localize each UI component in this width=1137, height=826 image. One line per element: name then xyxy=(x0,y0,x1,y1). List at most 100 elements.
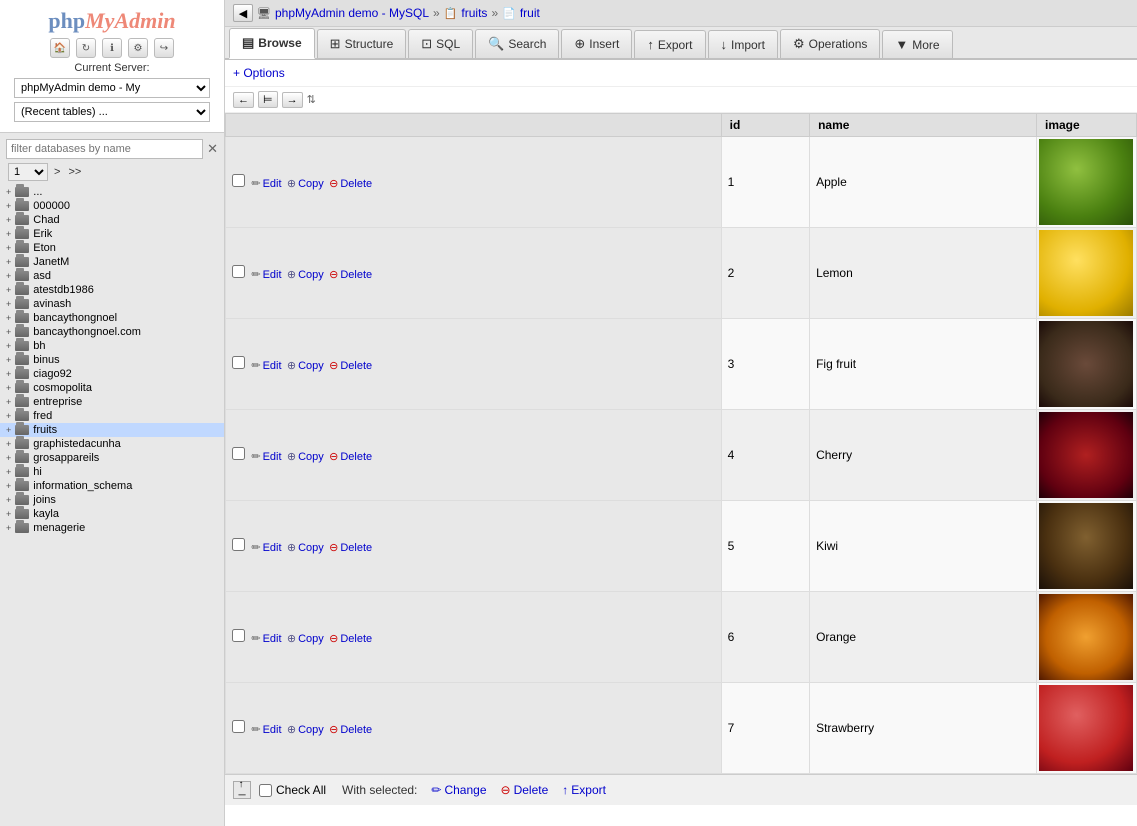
breadcrumb-table-link[interactable]: fruit xyxy=(520,6,540,20)
sidebar-item-bh[interactable]: + bh xyxy=(0,339,224,353)
tab-operations[interactable]: ⚙ Operations xyxy=(780,29,880,58)
sidebar-item-ciago92[interactable]: + ciago92 xyxy=(0,367,224,381)
server-select[interactable]: phpMyAdmin demo - My xyxy=(14,78,210,98)
sidebar-item-000000[interactable]: + 000000 xyxy=(0,199,224,213)
sidebar-item-entreprise[interactable]: + entreprise xyxy=(0,395,224,409)
col-image: image xyxy=(1037,114,1137,137)
expand-icons: + xyxy=(6,509,11,519)
tab-browse[interactable]: ▤ Browse xyxy=(229,28,315,59)
copy-link[interactable]: ⊕Copy xyxy=(287,632,324,645)
edit-link[interactable]: ✏Edit xyxy=(251,723,281,736)
tab-sql[interactable]: ⊡ SQL xyxy=(408,29,473,58)
reload-icon[interactable]: ↻ xyxy=(76,38,96,58)
tab-insert[interactable]: ⊕ Insert xyxy=(561,29,632,58)
edit-link[interactable]: ✏Edit xyxy=(251,177,281,190)
change-label: Change xyxy=(444,783,486,797)
nav-first-button[interactable]: ⊨ xyxy=(258,91,278,108)
info-icon[interactable]: ℹ xyxy=(102,38,122,58)
copy-link[interactable]: ⊕Copy xyxy=(287,268,324,281)
copy-link[interactable]: ⊕Copy xyxy=(287,541,324,554)
sidebar-item-binus[interactable]: + binus xyxy=(0,353,224,367)
sidebar-item-grosappareils[interactable]: + grosappareils xyxy=(0,451,224,465)
sidebar-item-kayla[interactable]: + kayla xyxy=(0,507,224,521)
db-icon xyxy=(15,215,29,225)
db-filter-area: ✕ xyxy=(0,133,224,161)
breadcrumb-bar: ◀ 🖥 phpMyAdmin demo - MySQL » 📋 fruits »… xyxy=(225,0,1137,27)
tab-structure[interactable]: ⊞ Structure xyxy=(317,29,407,58)
export-button[interactable]: ↑ Export xyxy=(562,783,606,797)
sidebar-item-asd[interactable]: + asd xyxy=(0,269,224,283)
edit-link[interactable]: ✏Edit xyxy=(251,359,281,372)
tab-more[interactable]: ▼ More xyxy=(882,30,952,58)
sidebar-item-avinash[interactable]: + avinash xyxy=(0,297,224,311)
delete-link[interactable]: ⊖Delete xyxy=(329,541,372,554)
change-button[interactable]: ✏ Change xyxy=(431,783,486,797)
sidebar-item-JanetM[interactable]: + JanetM xyxy=(0,255,224,269)
row-checkbox[interactable] xyxy=(232,720,245,733)
row-checkbox[interactable] xyxy=(232,447,245,460)
edit-link[interactable]: ✏Edit xyxy=(251,268,281,281)
page-next-button[interactable]: > xyxy=(52,166,62,178)
row-checkbox[interactable] xyxy=(232,174,245,187)
delete-link[interactable]: ⊖Delete xyxy=(329,632,372,645)
sql-tab-icon: ⊡ xyxy=(421,36,432,52)
tab-export[interactable]: ↑ Export xyxy=(634,30,705,58)
row-checkbox[interactable] xyxy=(232,629,245,642)
delete-link[interactable]: ⊖Delete xyxy=(329,359,372,372)
edit-icon: ✏ xyxy=(251,268,260,281)
sidebar-item-Erik[interactable]: + Erik xyxy=(0,227,224,241)
tab-search[interactable]: 🔍 Search xyxy=(475,29,559,58)
delete-link[interactable]: ⊖Delete xyxy=(329,268,372,281)
options-link[interactable]: + Options xyxy=(233,66,285,80)
tab-search-label: Search xyxy=(508,37,546,51)
check-all-checkbox[interactable] xyxy=(259,784,272,797)
breadcrumb-db-link[interactable]: fruits xyxy=(461,6,487,20)
sidebar-item-bancaythongnoel[interactable]: + bancaythongnoel xyxy=(0,311,224,325)
sidebar-item-fruits[interactable]: + fruits xyxy=(0,423,224,437)
sidebar-item-information_schema[interactable]: + information_schema xyxy=(0,479,224,493)
home-icon[interactable]: 🏠 xyxy=(50,38,70,58)
logout-icon[interactable]: ↪ xyxy=(154,38,174,58)
copy-link[interactable]: ⊕Copy xyxy=(287,450,324,463)
check-all-label: Check All xyxy=(276,783,326,797)
sidebar-item-menagerie[interactable]: + menagerie xyxy=(0,521,224,535)
row-checkbox[interactable] xyxy=(232,265,245,278)
nav-prev-button[interactable]: ← xyxy=(233,92,254,108)
sidebar-item-Chad[interactable]: + Chad xyxy=(0,213,224,227)
settings-icon[interactable]: ⚙ xyxy=(128,38,148,58)
db-icon xyxy=(15,341,29,351)
delete-link[interactable]: ⊖Delete xyxy=(329,177,372,190)
sidebar-item-hi[interactable]: + hi xyxy=(0,465,224,479)
sidebar-item-joins[interactable]: + joins xyxy=(0,493,224,507)
delete-link[interactable]: ⊖Delete xyxy=(329,450,372,463)
sidebar-item-graphistedacunha[interactable]: + graphistedacunha xyxy=(0,437,224,451)
db-filter-input[interactable] xyxy=(6,139,203,159)
db-filter-clear-button[interactable]: ✕ xyxy=(207,141,218,157)
page-last-button[interactable]: >> xyxy=(66,166,83,178)
copy-link[interactable]: ⊕Copy xyxy=(287,359,324,372)
tab-import[interactable]: ↓ Import xyxy=(708,30,779,58)
page-select[interactable]: 1 xyxy=(8,163,48,181)
edit-link[interactable]: ✏Edit xyxy=(251,632,281,645)
edit-link[interactable]: ✏Edit xyxy=(251,541,281,554)
copy-link[interactable]: ⊕Copy xyxy=(287,177,324,190)
main-content: ◀ 🖥 phpMyAdmin demo - MySQL » 📋 fruits »… xyxy=(225,0,1137,826)
copy-link[interactable]: ⊕Copy xyxy=(287,723,324,736)
sidebar-item-atestdb1986[interactable]: + atestdb1986 xyxy=(0,283,224,297)
sidebar-item-Eton[interactable]: + Eton xyxy=(0,241,224,255)
nav-next-button[interactable]: → xyxy=(282,92,303,108)
breadcrumb-back-button[interactable]: ◀ xyxy=(233,4,253,22)
row-checkbox[interactable] xyxy=(232,538,245,551)
row-checkbox[interactable] xyxy=(232,356,245,369)
sidebar-item-bancaythongnoel_com[interactable]: + bancaythongnoel.com xyxy=(0,325,224,339)
delete-link[interactable]: ⊖Delete xyxy=(329,723,372,736)
db-name: hi xyxy=(33,466,42,478)
sidebar-item-___[interactable]: + ... xyxy=(0,185,224,199)
breadcrumb-server-link[interactable]: phpMyAdmin demo - MySQL xyxy=(275,6,429,20)
delete-button[interactable]: ⊖ Delete xyxy=(501,783,549,797)
sidebar-item-cosmopolita[interactable]: + cosmopolita xyxy=(0,381,224,395)
recent-tables-select[interactable]: (Recent tables) ... xyxy=(14,102,210,122)
sidebar-item-fred[interactable]: + fred xyxy=(0,409,224,423)
edit-link[interactable]: ✏Edit xyxy=(251,450,281,463)
more-tab-icon: ▼ xyxy=(895,37,908,52)
